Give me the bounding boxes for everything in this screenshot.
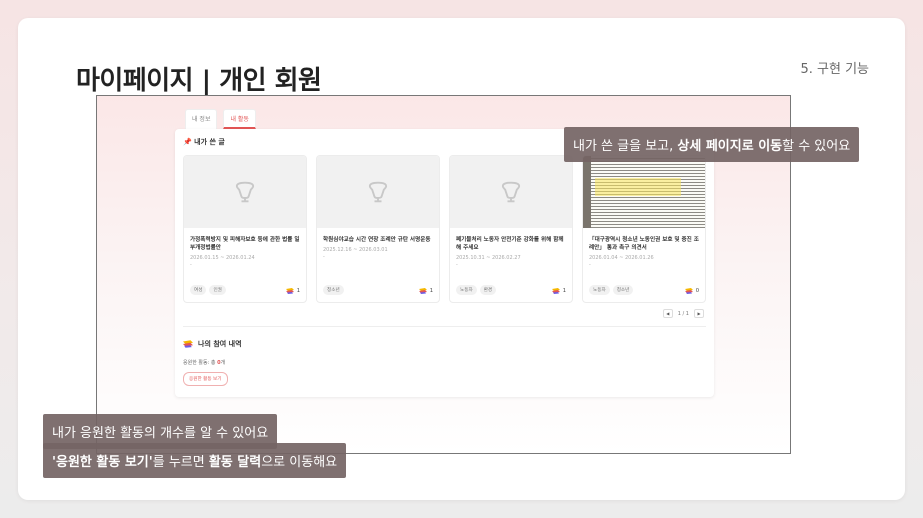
post-card-title: 「대구광역시 청소년 노동인권 보호 및 증진 조례안」 통과 촉구 의견서 <box>589 237 699 252</box>
callout-text: 를 누르면 <box>152 455 209 470</box>
my-posts-heading: 📌 내가 쓴 글 <box>183 138 225 146</box>
participation-heading: 나의 참여 내역 <box>183 339 242 349</box>
tab-my-activity[interactable]: 내 활동 <box>223 109 256 129</box>
support-ribbon-icon <box>285 288 294 294</box>
tab-my-info[interactable]: 내 정보 <box>185 109 218 129</box>
divider <box>183 326 706 327</box>
tag: 노동자 <box>456 285 477 295</box>
support-count-value: 1 <box>296 288 300 294</box>
tag: 여성 <box>190 285 207 295</box>
section-label: 5. 구현 기능 <box>800 62 869 77</box>
post-card[interactable]: 「대구광역시 청소년 노동인권 보호 및 증진 조례안」 통과 촉구 의견서 2… <box>582 155 706 303</box>
support-ribbon-icon <box>418 288 427 294</box>
tag: 노동자 <box>589 285 610 295</box>
pagination: ◀ 1 / 1 ▶ <box>662 309 704 318</box>
support-ribbon-icon <box>183 340 193 348</box>
support-count: 1 <box>551 288 566 294</box>
participation-heading-text: 나의 참여 내역 <box>198 340 242 348</box>
tab-bar: 내 정보 내 활동 <box>185 109 256 129</box>
tag: 인권 <box>209 285 226 295</box>
support-ribbon-icon <box>551 288 560 294</box>
post-card-date: 2025.12.16 ~ 2026.03.01 <box>323 247 388 254</box>
document-thumbnail <box>583 156 705 228</box>
post-card-date: 2026.01.04 ~ 2026.01.26 <box>589 255 654 262</box>
prev-page-button[interactable]: ◀ <box>662 309 673 318</box>
callout-bold: 상세 페이지로 이동 <box>677 139 783 154</box>
post-card-title: 학원심야교습 시간 연장 조례안 규탄 서명운동 <box>323 237 431 243</box>
post-card-tags: 청소년 <box>323 285 344 295</box>
post-card-date: 2026.01.15 ~ 2026.01.24 <box>190 255 255 262</box>
view-supported-activities-button[interactable]: 응원한 활동 보기 <box>183 372 228 386</box>
callout-bold: '응원한 활동 보기' <box>52 455 153 470</box>
post-card-title: 폐기물처리 노동자 안전기준 강화를 위해 함께해 주세요 <box>456 237 564 252</box>
support-ribbon-icon <box>684 288 693 294</box>
post-card-tags: 여성 인권 <box>190 285 226 295</box>
page-indicator: 1 / 1 <box>677 310 689 317</box>
post-card[interactable]: 폐기물처리 노동자 안전기준 강화를 위해 함께해 주세요 2025.10.31… <box>449 155 573 303</box>
support-count-value: 0 <box>695 288 699 294</box>
next-page-button[interactable]: ▶ <box>694 309 704 318</box>
tag: 청소년 <box>323 285 344 295</box>
image-placeholder-icon <box>184 156 306 228</box>
post-card-dash: - <box>323 254 325 261</box>
post-card-tags: 노동자 청소년 <box>589 285 634 295</box>
post-card-dash: - <box>190 262 192 269</box>
support-count-unit: 개 <box>220 360 226 366</box>
callout-post-detail: 내가 쓴 글을 보고, 상세 페이지로 이동할 수 있어요 <box>564 127 860 162</box>
support-count: 1 <box>418 288 433 294</box>
tag: 청소년 <box>612 285 634 295</box>
support-count-label: 응원한 활동: 총 <box>183 360 218 366</box>
support-count: 0 <box>684 288 699 294</box>
post-card[interactable]: 가정폭력방지 및 피해자보호 등에 관한 법률 일부개정법률안 2026.01.… <box>183 155 307 303</box>
post-card-dash: - <box>589 262 591 269</box>
image-placeholder-icon <box>450 156 572 228</box>
support-count-value: 1 <box>562 288 566 294</box>
supported-activity-count: 응원한 활동: 총 0개 <box>183 359 225 366</box>
post-card-date: 2025.10.31 ~ 2026.02.27 <box>456 255 521 262</box>
callout-text: 으로 이동해요 <box>261 455 338 470</box>
image-placeholder-icon <box>317 156 439 228</box>
my-activity-panel: 📌 내가 쓴 글 가정폭력방지 및 피해자보호 등에 관한 법률 일부개정법률안… <box>175 129 714 397</box>
callout-bold: 활동 달력 <box>208 455 262 470</box>
post-card-title: 가정폭력방지 및 피해자보호 등에 관한 법률 일부개정법률안 <box>190 237 300 252</box>
post-card-tags: 노동자 환경 <box>456 285 497 295</box>
callout-text: 할 수 있어요 <box>782 139 851 154</box>
post-card[interactable]: 학원심야교습 시간 연장 조례안 규탄 서명운동 2025.12.16 ~ 20… <box>316 155 440 303</box>
callout-text: 내가 응원한 활동의 개수를 알 수 있어요 <box>52 426 269 441</box>
callout-text: 내가 쓴 글을 보고, <box>573 139 678 154</box>
support-count: 1 <box>285 288 300 294</box>
tag: 환경 <box>479 285 497 295</box>
post-card-list: 가정폭력방지 및 피해자보호 등에 관한 법률 일부개정법률안 2026.01.… <box>183 155 706 303</box>
support-count-value: 1 <box>429 288 433 294</box>
page-title: 마이페이지 | 개인 회원 <box>76 66 322 96</box>
post-card-dash: - <box>456 262 458 269</box>
callout-activity-calendar: '응원한 활동 보기'를 누르면 활동 달력으로 이동해요 <box>43 443 347 478</box>
